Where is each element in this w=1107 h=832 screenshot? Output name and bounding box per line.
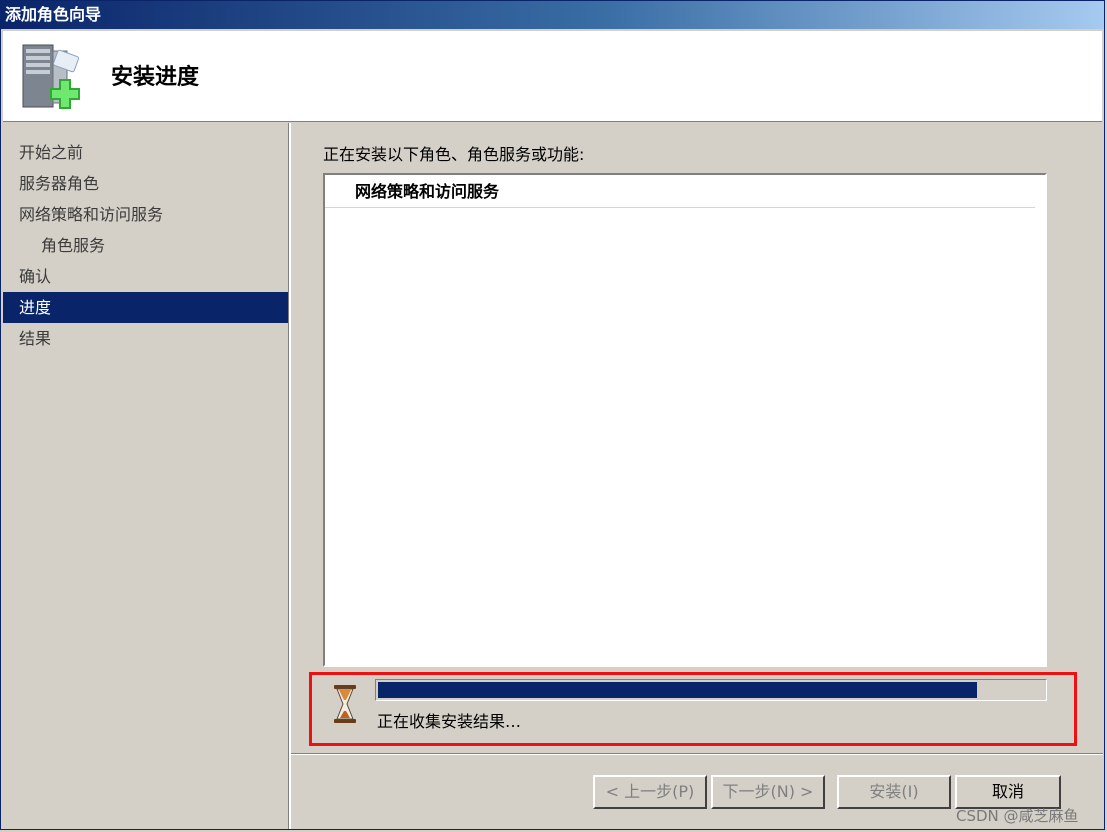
- install-button[interactable]: 安装(I): [837, 775, 951, 809]
- back-button[interactable]: < 上一步(P): [593, 775, 707, 809]
- nav-item-results[interactable]: 结果: [3, 323, 289, 354]
- wizard-header: 安装进度: [3, 31, 1102, 122]
- wizard-window: 添加角色向导 安装进度 开始之前 服务器角色 网络策略和访问服务 角色服务 确认…: [0, 0, 1105, 830]
- nav-item-before-you-begin[interactable]: 开始之前: [3, 137, 289, 168]
- nav-item-role-services[interactable]: 角色服务: [3, 230, 289, 261]
- install-list[interactable]: 网络策略和访问服务: [323, 173, 1047, 667]
- list-item-nps: 网络策略和访问服务: [325, 175, 1035, 208]
- next-button[interactable]: 下一步(N) >: [711, 775, 825, 809]
- nav-item-server-roles[interactable]: 服务器角色: [3, 168, 289, 199]
- nav-list: 开始之前 服务器角色 网络策略和访问服务 角色服务 确认 进度 结果: [3, 137, 289, 354]
- sidebar-divider: [288, 123, 289, 829]
- nav-item-confirmation[interactable]: 确认: [3, 261, 289, 292]
- footer-divider: [291, 753, 1103, 755]
- install-progress-bar: [375, 679, 1047, 701]
- progress-fill: [378, 682, 977, 698]
- wizard-sidebar: 开始之前 服务器角色 网络策略和访问服务 角色服务 确认 进度 结果: [3, 123, 291, 829]
- installing-label: 正在安装以下角色、角色服务或功能:: [323, 145, 585, 164]
- page-title: 安装进度: [111, 65, 200, 90]
- cancel-button[interactable]: 取消: [955, 775, 1061, 809]
- server-add-icon: [22, 44, 80, 109]
- watermark-text: CSDN @咸芝麻鱼: [956, 807, 1079, 825]
- nav-item-progress[interactable]: 进度: [3, 292, 289, 323]
- progress-status: 正在收集安装结果…: [377, 712, 522, 731]
- title-bar: 添加角色向导: [1, 1, 1104, 29]
- nav-item-nps[interactable]: 网络策略和访问服务: [3, 199, 289, 230]
- hourglass-icon: [334, 685, 356, 723]
